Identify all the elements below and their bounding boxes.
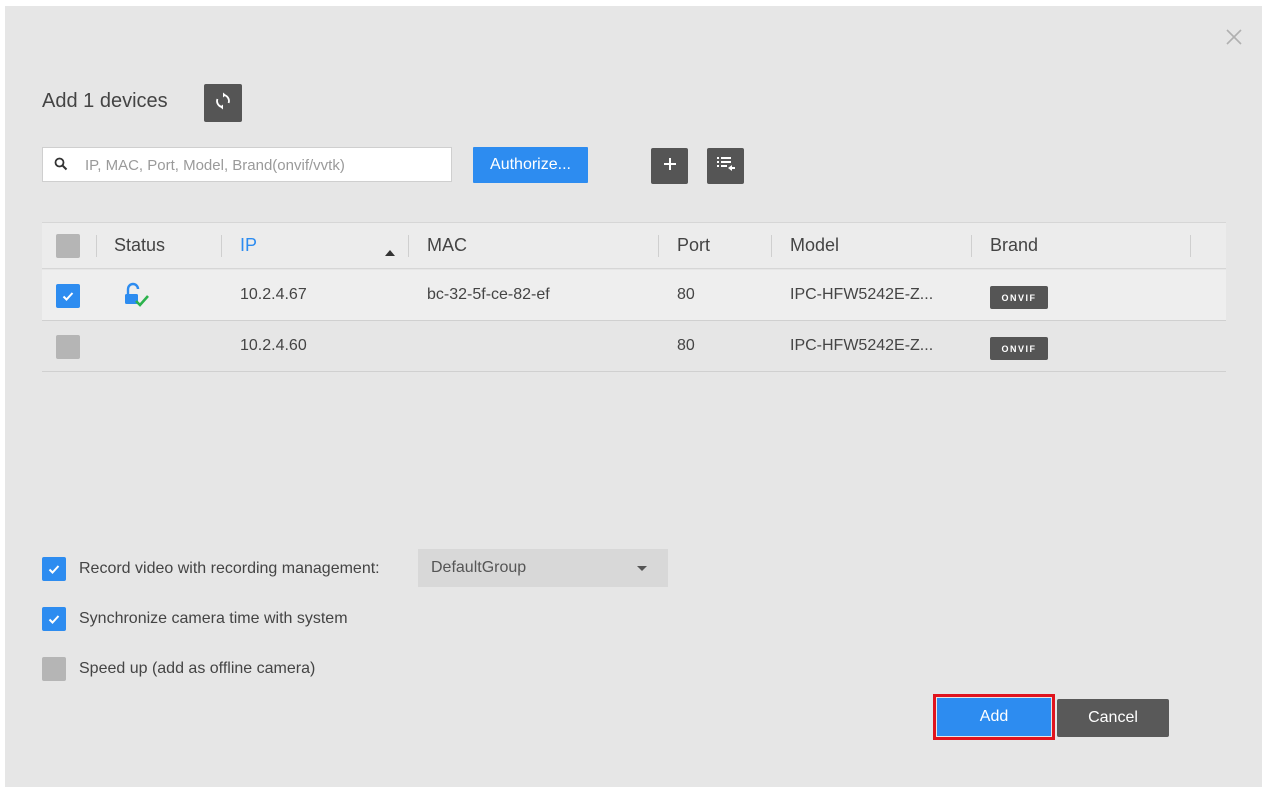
recording-group-select[interactable]: DefaultGroup <box>418 549 668 587</box>
mac-cell: bc-32-5f-ce-82-ef <box>427 286 550 303</box>
row-checkbox[interactable] <box>56 335 80 359</box>
dialog-title: Add 1 devices <box>42 90 168 112</box>
row-checkbox[interactable] <box>56 284 80 308</box>
record-video-checkbox[interactable] <box>42 557 66 581</box>
chevron-down-icon <box>637 566 647 571</box>
refresh-button[interactable] <box>204 84 242 122</box>
search-field[interactable] <box>42 147 452 183</box>
sort-ascending-icon <box>385 243 395 261</box>
column-divider <box>971 235 972 257</box>
column-divider <box>658 235 659 257</box>
select-all-checkbox[interactable] <box>56 234 80 258</box>
column-divider <box>1190 235 1191 257</box>
recording-group-value: DefaultGroup <box>431 559 527 576</box>
unlocked-authorized-icon <box>122 282 152 315</box>
close-icon[interactable] <box>1224 27 1244 47</box>
column-divider <box>408 235 409 257</box>
speed-up-label: Speed up (add as offline camera) <box>79 660 316 677</box>
search-icon <box>54 157 68 176</box>
model-column-header[interactable]: Model <box>790 235 839 256</box>
port-column-header[interactable]: Port <box>677 235 710 256</box>
speed-up-checkbox[interactable] <box>42 657 66 681</box>
port-cell: 80 <box>677 337 695 354</box>
add-button[interactable]: Add <box>933 694 1055 740</box>
column-divider <box>221 235 222 257</box>
table-row[interactable]: 10.2.4.67 bc-32-5f-ce-82-ef 80 IPC-HFW52… <box>42 270 1226 321</box>
column-divider <box>96 235 97 257</box>
model-cell: IPC-HFW5242E-Z... <box>790 286 934 303</box>
column-divider <box>771 235 772 257</box>
sync-time-label: Synchronize camera time with system <box>79 610 348 627</box>
mac-column-header[interactable]: MAC <box>427 235 467 256</box>
sync-time-checkbox[interactable] <box>42 607 66 631</box>
list-import-icon <box>716 155 736 178</box>
refresh-icon <box>214 92 232 115</box>
brand-column-header[interactable]: Brand <box>990 235 1038 256</box>
ip-column-header[interactable]: IP <box>240 235 257 256</box>
model-cell: IPC-HFW5242E-Z... <box>790 337 934 354</box>
authorize-button[interactable]: Authorize... <box>473 147 588 183</box>
add-icon <box>663 157 677 176</box>
import-list-button[interactable] <box>707 148 744 184</box>
table-row[interactable]: 10.2.4.60 80 IPC-HFW5242E-Z... ONVIF <box>42 321 1226 372</box>
add-device-button[interactable] <box>651 148 688 184</box>
record-video-label: Record video with recording management: <box>79 560 380 577</box>
port-cell: 80 <box>677 286 695 303</box>
ip-cell: 10.2.4.67 <box>240 286 307 303</box>
ip-cell: 10.2.4.60 <box>240 337 307 354</box>
search-input[interactable] <box>83 148 447 183</box>
status-column-header[interactable]: Status <box>114 235 165 256</box>
device-table-header: Status IP MAC Port Model Brand <box>42 222 1226 269</box>
cancel-button[interactable]: Cancel <box>1057 699 1169 737</box>
brand-badge: ONVIF <box>990 286 1048 309</box>
brand-badge: ONVIF <box>990 337 1048 360</box>
